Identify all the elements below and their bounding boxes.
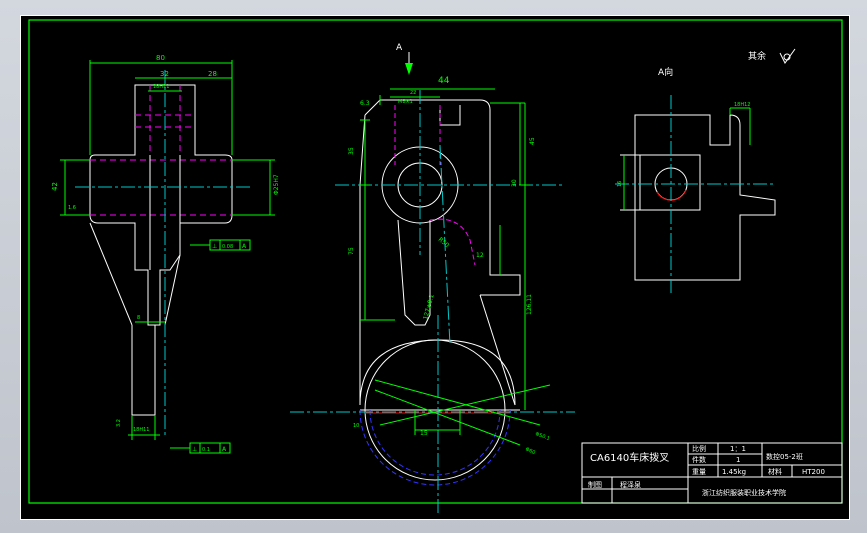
side-view-lever bbox=[131, 325, 156, 416]
dim-phi25h7: Φ25H7 bbox=[273, 174, 280, 195]
dim-127: 127±0.1 bbox=[422, 293, 436, 320]
dim-6-3: 6.3 bbox=[360, 100, 370, 107]
drawing-frame bbox=[28, 19, 843, 504]
dim-phi-60: Φ60 bbox=[524, 446, 536, 456]
roughness-icon bbox=[779, 48, 796, 64]
dim-28: 28 bbox=[208, 70, 217, 78]
dim-18h11-top: 18H11 bbox=[153, 84, 169, 90]
qty-value: 1 bbox=[736, 456, 740, 464]
side-view-outline bbox=[89, 84, 233, 326]
dim-42: 42 bbox=[51, 182, 59, 191]
a-view-dim-16: 16 bbox=[617, 181, 623, 187]
dim-32: 32 bbox=[160, 70, 169, 78]
part-name: CA6140车床拨叉 bbox=[590, 451, 669, 464]
qty-label: 件数 bbox=[692, 455, 706, 464]
dim-8: 8 bbox=[137, 315, 140, 321]
front-dimension-lines bbox=[360, 88, 551, 446]
dim-75: 75 bbox=[348, 247, 355, 255]
dim-18h11-bottom: 18H11 bbox=[133, 427, 149, 433]
school-name: 浙江纺织服装职业技术学院 bbox=[702, 488, 786, 497]
a-view bbox=[615, 95, 776, 295]
view-arrow-icon bbox=[405, 63, 413, 75]
scale-value: 1：1 bbox=[730, 445, 746, 453]
cad-viewport[interactable]: 80 32 28 18H11 42 1.6 Φ25H7 8 3.2 18H11 … bbox=[0, 0, 867, 533]
side-tolerance-frames bbox=[170, 239, 251, 454]
dim-80: 80 bbox=[156, 54, 165, 62]
a-view-title: A向 bbox=[658, 66, 673, 78]
dim-m8: M8×1 bbox=[398, 99, 413, 105]
sheet-outer-border bbox=[20, 15, 850, 520]
a-view-dim-width: 18H12 bbox=[734, 102, 750, 108]
dim-30: 30 bbox=[511, 179, 518, 187]
a-view-outline bbox=[634, 114, 776, 281]
a-view-centerlines bbox=[615, 95, 775, 295]
scale-label: 比例 bbox=[692, 444, 706, 453]
weight-value: 1.45kg bbox=[722, 468, 746, 476]
a-view-dimension-lines bbox=[623, 107, 751, 210]
side-centerlines bbox=[75, 70, 250, 435]
view-arrow-label: A bbox=[396, 43, 403, 53]
material-label: 材料 bbox=[768, 467, 782, 476]
front-view bbox=[290, 52, 575, 515]
dim-3-2: 3.2 bbox=[116, 419, 122, 427]
dim-15: 15 bbox=[420, 430, 428, 437]
tol-val-1: 0.08 bbox=[222, 244, 233, 250]
dim-12: 12 bbox=[476, 252, 484, 259]
side-view bbox=[60, 60, 275, 454]
surface-note: 其余 bbox=[748, 50, 766, 62]
tol-val-2: 0.1 bbox=[202, 447, 210, 453]
weight-label: 重量 bbox=[692, 468, 706, 476]
tol-ref-1: A bbox=[242, 243, 247, 250]
dim-r50: R50 bbox=[437, 236, 451, 249]
drawn-by: 程泽泉 bbox=[620, 480, 641, 489]
drawing-svg: 80 32 28 18H11 42 1.6 Φ25H7 8 3.2 18H11 … bbox=[20, 15, 850, 520]
a-view-labels: A向 其余 18H12 16 bbox=[617, 50, 766, 187]
side-hidden-lines bbox=[90, 85, 232, 216]
tol-sym-2: ⊥ bbox=[192, 446, 197, 453]
side-taper-left bbox=[89, 222, 133, 326]
dim-22: 22 bbox=[410, 90, 416, 96]
dim-1-6: 1.6 bbox=[68, 205, 76, 211]
dim-44: 44 bbox=[438, 76, 450, 86]
dim-35: 35 bbox=[348, 147, 355, 155]
dim-45: 45 bbox=[529, 137, 536, 145]
class-name: 数控05-2班 bbox=[766, 452, 803, 461]
dim-126: 126.11 bbox=[526, 294, 533, 315]
material-value: HT200 bbox=[802, 468, 825, 476]
dim-10: 10 bbox=[353, 423, 359, 429]
drawing-canvas[interactable]: 80 32 28 18H11 42 1.6 Φ25H7 8 3.2 18H11 … bbox=[20, 15, 850, 520]
drawn-label: 制图 bbox=[588, 480, 602, 489]
tol-sym-1: ⊥ bbox=[212, 243, 217, 250]
dim-phi-50: Φ50.1 bbox=[534, 431, 550, 442]
tol-ref-2: A bbox=[222, 446, 227, 453]
